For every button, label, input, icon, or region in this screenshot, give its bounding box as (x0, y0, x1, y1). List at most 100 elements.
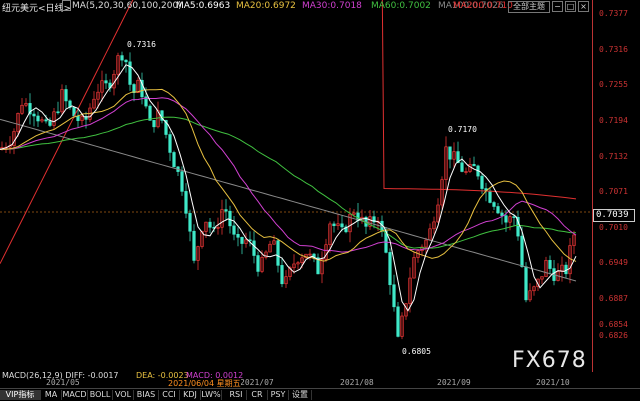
candle-body (504, 215, 508, 223)
ma200-line (0, 0, 577, 264)
y-tick: 0.6949 (599, 258, 628, 267)
ma60-line (0, 116, 577, 249)
candle-body (172, 152, 176, 168)
candle-body (496, 206, 500, 214)
x-tick: 2021/05 (46, 378, 80, 387)
tab-kdj[interactable]: KDJ (180, 390, 201, 400)
candle-body (32, 113, 36, 117)
candle-body (192, 230, 196, 261)
candle-body (152, 120, 156, 128)
minimize-icon[interactable]: − (552, 1, 563, 12)
current-price-label: 0.7039 (593, 209, 635, 222)
candle-body (236, 234, 240, 238)
high-annotation: 0.7170 (448, 125, 477, 134)
candle-body (56, 111, 60, 114)
tab-psy[interactable]: PSY (268, 390, 289, 400)
tab-boll[interactable]: BOLL (88, 390, 113, 400)
y-tick: 0.7132 (599, 152, 628, 161)
tab-vip[interactable]: VIP指标 (0, 390, 41, 400)
y-tick: 0.7010 (599, 223, 628, 232)
tab-vol[interactable]: VOL (113, 390, 134, 400)
all-indicators-button[interactable]: 全部主题 (508, 1, 550, 13)
candle-body (252, 240, 256, 256)
x-tick: 2021/07 (240, 378, 274, 387)
tab-bias[interactable]: BIAS (134, 390, 159, 400)
candle-body (392, 284, 396, 308)
candle-body (48, 120, 52, 126)
candle-body (228, 210, 232, 227)
ma200-value: MA200:0.710 (453, 1, 513, 11)
candle-body (36, 115, 40, 122)
candle-body (396, 306, 400, 337)
ma-toggle-box[interactable] (62, 0, 71, 11)
price-axis: 0.7377 0.7316 0.7255 0.7194 0.7132 0.707… (592, 0, 640, 372)
candle-body (120, 55, 124, 61)
fx678-logo-watermark: FX678 (512, 348, 587, 373)
candle-body (64, 89, 68, 102)
candle-body (460, 162, 464, 172)
candle-body (104, 80, 108, 84)
candle-body (76, 115, 80, 121)
candlesticks (0, 51, 576, 340)
candle-body (488, 190, 492, 203)
candle-body (224, 209, 228, 212)
candle-body (548, 260, 552, 269)
candle-body (472, 164, 476, 167)
candle-body (492, 202, 496, 207)
x-tick: 2021/08 (340, 378, 374, 387)
ma60-value: MA60:0.7002 (371, 1, 431, 11)
candle-body (388, 252, 392, 286)
candle-body (128, 61, 132, 85)
x-tick: 2021/10 (536, 378, 570, 387)
candle-body (340, 223, 344, 228)
y-tick: 0.7316 (599, 45, 628, 54)
candle-body (256, 255, 260, 272)
tab-rsi[interactable]: RSI (226, 390, 247, 400)
ma20-line (0, 88, 577, 262)
candle-body (332, 223, 336, 227)
y-tick: 0.7194 (599, 116, 628, 125)
y-tick: 0.6887 (599, 294, 628, 303)
candle-body (180, 171, 184, 192)
close-icon[interactable]: × (578, 1, 589, 12)
tab-ma[interactable]: MA (41, 390, 62, 400)
ma20-value: MA20:0.6972 (236, 1, 296, 11)
y-tick: 0.6826 (599, 331, 628, 340)
candle-body (240, 236, 244, 244)
ma30-line (0, 97, 577, 253)
tab-cci[interactable]: CCI (159, 390, 180, 400)
y-tick: 0.7377 (599, 9, 628, 18)
candle-body (276, 240, 280, 266)
candle-body (448, 146, 452, 160)
ma30-value: MA30:0.7018 (302, 1, 362, 11)
tab-cr[interactable]: CR (247, 390, 268, 400)
maximize-icon[interactable]: □ (565, 1, 576, 12)
candle-body (44, 119, 48, 122)
candle-body (512, 216, 516, 218)
candle-body (208, 221, 212, 228)
low-annotation: 0.6805 (402, 347, 431, 356)
candle-body (524, 266, 528, 301)
indicator-tab-bar: VIP指标 MA MACD BOLL VOL BIAS CCI KDJ LW% … (0, 388, 640, 401)
candle-body (168, 134, 172, 153)
chart-title[interactable]: 纽元美元<日线> (2, 1, 71, 14)
candle-body (480, 175, 484, 189)
ma5-value: MA5:0.6963 (176, 1, 231, 11)
price-chart[interactable] (0, 0, 592, 372)
candle-body (520, 235, 524, 268)
tab-macd[interactable]: MACD (62, 390, 88, 400)
candle-body (148, 105, 152, 121)
x-tick: 2021/09 (437, 378, 471, 387)
candle-body (232, 225, 236, 235)
tab-settings[interactable]: 设置 (289, 390, 312, 400)
candle-body (280, 265, 284, 285)
y-tick: 0.6854 (599, 320, 628, 329)
candle-body (124, 59, 128, 63)
candle-body (188, 213, 192, 232)
tab-lw[interactable]: LW% (201, 390, 222, 400)
ma-label: MA(5,20,30,60,100,200) (72, 1, 182, 11)
candle-body (184, 191, 188, 214)
candle-body (500, 212, 504, 216)
high-annotation: 0.7316 (127, 40, 156, 49)
y-tick: 0.7071 (599, 187, 628, 196)
